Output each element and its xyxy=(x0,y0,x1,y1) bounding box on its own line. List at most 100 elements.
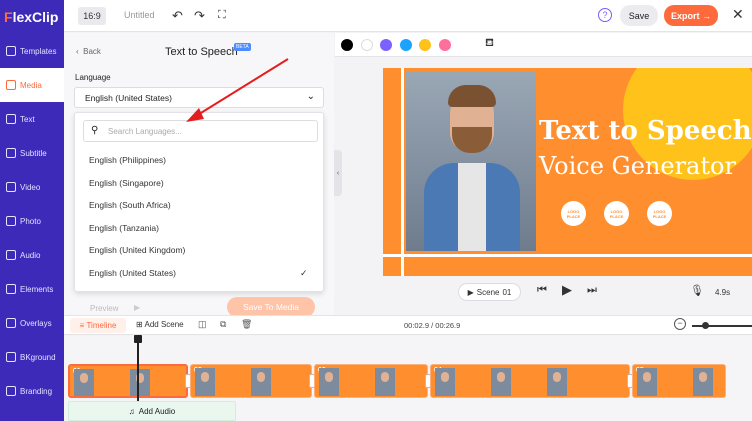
headline-text[interactable]: Text to Speech xyxy=(539,116,752,146)
music-note-icon: ♫ xyxy=(128,406,135,416)
audio-icon xyxy=(6,250,16,260)
fullscreen-icon[interactable]: ⛶ xyxy=(218,9,226,22)
language-option[interactable]: English (United States) xyxy=(89,268,176,278)
sidebar-item-label: Media xyxy=(20,80,42,90)
duplicate-icon[interactable]: ⧉ xyxy=(220,319,226,330)
save-to-media-button[interactable]: Save To Media xyxy=(227,297,315,317)
elements-icon xyxy=(6,284,16,294)
clip-thumbnail xyxy=(637,368,657,396)
scene-clip-02[interactable]: 02 xyxy=(190,364,312,398)
logo-placeholder[interactable]: LOGO PLACE xyxy=(561,201,586,226)
scene-clip-03[interactable]: 03 xyxy=(314,364,428,398)
redo-icon[interactable]: ↷ xyxy=(194,8,205,24)
search-placeholder: Search Languages... xyxy=(108,127,182,136)
sidebar-item-branding[interactable]: Branding xyxy=(0,374,64,408)
play-icon[interactable]: ▶ xyxy=(562,282,572,298)
video-canvas[interactable]: Text to Speech Voice Generator LOGO PLAC… xyxy=(383,68,752,276)
color-swatch[interactable] xyxy=(341,39,353,51)
sidebar-item-audio[interactable]: Audio xyxy=(0,238,64,272)
scene-label: Scene xyxy=(476,287,500,297)
sidebar-item-bkground[interactable]: BKground xyxy=(0,340,64,374)
previous-scene-icon[interactable]: ⏮ xyxy=(537,284,547,297)
language-option[interactable]: English (Singapore) xyxy=(89,178,164,188)
zoom-out-icon[interactable]: − xyxy=(674,318,686,330)
color-swatch[interactable] xyxy=(438,39,451,51)
beta-badge: BETA xyxy=(234,43,251,51)
flexclip-logo[interactable]: FlexClip xyxy=(0,0,64,34)
collapse-panel-handle[interactable]: ‹ xyxy=(334,150,342,196)
sidebar-item-media[interactable]: Media xyxy=(0,68,64,102)
text-icon xyxy=(6,114,16,124)
add-audio-button[interactable]: ♫ Add Audio xyxy=(68,401,236,421)
split-icon[interactable]: ◫ xyxy=(198,319,207,330)
logo-placeholder[interactable]: LOGO PLACE xyxy=(604,201,629,226)
add-scene-button[interactable]: ⊞ Add Scene xyxy=(136,320,184,329)
selected-language: English (United States) xyxy=(85,93,172,103)
presenter-photo[interactable] xyxy=(406,71,536,251)
sidebar-item-label: Templates xyxy=(20,46,57,56)
scene-clip-05[interactable]: 05 xyxy=(632,364,726,398)
playhead-handle[interactable] xyxy=(134,335,142,343)
sidebar-item-label: Text xyxy=(20,114,35,124)
color-swatch[interactable] xyxy=(380,39,392,51)
text-to-speech-panel: ‹ Back Text to Speech BETA Language Engl… xyxy=(64,33,334,317)
paint-bucket-icon[interactable]: ⛾ xyxy=(485,37,494,51)
scene-clip-04[interactable]: 04 xyxy=(430,364,630,398)
sidebar-item-label: Elements xyxy=(20,284,54,294)
panel-title: Text to Speech xyxy=(165,46,238,58)
branding-icon xyxy=(6,386,16,396)
language-option[interactable]: English (Philippines) xyxy=(89,155,166,165)
sidebar-item-subtitle[interactable]: Subtitle xyxy=(0,136,64,170)
sidebar-item-video[interactable]: Video xyxy=(0,170,64,204)
undo-icon[interactable]: ↶ xyxy=(172,8,183,24)
scene-selector[interactable]: ▶ Scene 01 xyxy=(458,283,521,301)
play-icon: ▶ xyxy=(467,287,474,297)
aspect-ratio-button[interactable]: 16:9 xyxy=(78,7,106,25)
subtitle-icon xyxy=(6,148,16,158)
language-select[interactable]: English (United States) ⌄ xyxy=(74,87,324,108)
clip-thumbnail xyxy=(130,369,150,396)
timecode: 00:02.9 / 00:26.9 xyxy=(404,321,461,330)
color-swatch[interactable] xyxy=(399,39,412,51)
zoom-slider[interactable] xyxy=(692,325,752,327)
help-icon[interactable]: ? xyxy=(598,8,612,22)
search-languages-input[interactable]: ⚲ Search Languages... xyxy=(83,120,318,142)
sidebar-item-label: Video xyxy=(20,182,41,192)
back-button[interactable]: ‹ Back xyxy=(76,47,101,56)
trash-icon[interactable]: 🗑 xyxy=(241,319,252,330)
subline-text[interactable]: Voice Generator xyxy=(539,152,736,180)
video-icon xyxy=(6,182,16,192)
color-swatch[interactable] xyxy=(419,39,431,51)
timeline-toolbar: ≡ Timeline ⊞ Add Scene ◫ ⧉ 🗑 00:02.9 / 0… xyxy=(64,315,752,335)
clip-thumbnail xyxy=(547,368,567,396)
project-title[interactable]: Untitled xyxy=(124,10,155,20)
sidebar-item-overlays[interactable]: Overlays xyxy=(0,306,64,340)
language-option[interactable]: English (Tanzania) xyxy=(89,223,159,233)
clip-thumbnail xyxy=(74,369,94,396)
sidebar-item-templates[interactable]: Templates xyxy=(0,34,64,68)
microphone-icon[interactable]: 🎙 xyxy=(690,284,704,297)
sidebar-item-photo[interactable]: Photo xyxy=(0,204,64,238)
next-scene-icon[interactable]: ⏭ xyxy=(587,284,597,297)
zoom-slider-handle[interactable] xyxy=(702,322,709,329)
sidebar-item-elements[interactable]: Elements xyxy=(0,272,64,306)
frame-line xyxy=(383,254,752,257)
language-option[interactable]: English (United Kingdom) xyxy=(89,245,185,255)
logo-f: F xyxy=(4,9,13,25)
preview-label[interactable]: Preview xyxy=(90,304,118,313)
scene-clip-01[interactable]: 01 xyxy=(68,364,188,398)
timeline-tab[interactable]: ≡ Timeline xyxy=(70,318,126,333)
color-swatch[interactable] xyxy=(360,39,373,51)
close-icon[interactable]: ✕ xyxy=(732,6,744,23)
play-preview-icon[interactable]: ▶ xyxy=(134,303,140,312)
export-button[interactable]: Export → xyxy=(664,5,718,26)
save-button[interactable]: Save xyxy=(620,5,658,26)
logo-placeholder[interactable]: LOGO PLACE xyxy=(647,201,672,226)
search-icon: ⚲ xyxy=(91,125,99,136)
sidebar-item-label: Branding xyxy=(20,386,53,396)
sidebar-item-text[interactable]: Text xyxy=(0,102,64,136)
scene-duration[interactable]: 4.9s xyxy=(715,288,730,297)
language-option[interactable]: English (South Africa) xyxy=(89,200,171,210)
back-label: Back xyxy=(83,47,101,56)
sidebar: FlexClip Templates Media Text Subtitle Video… xyxy=(0,0,64,421)
